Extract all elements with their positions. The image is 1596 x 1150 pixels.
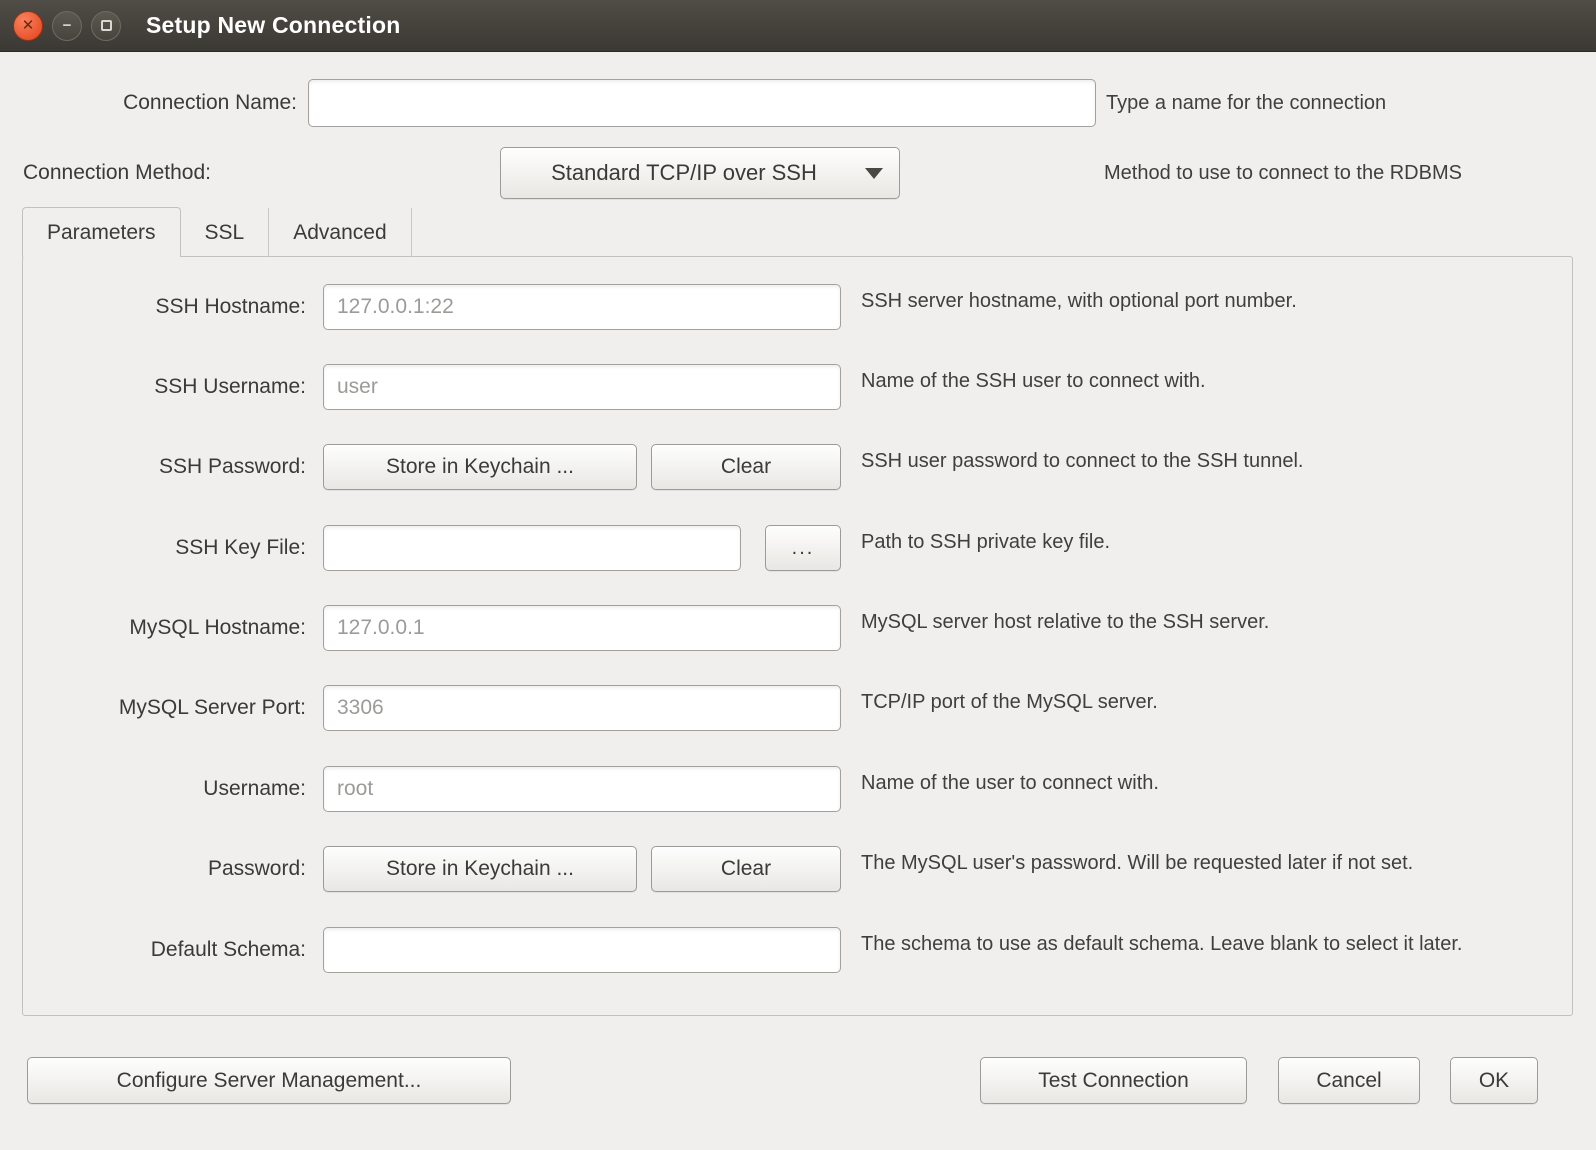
connection-method-dropdown[interactable]: Standard TCP/IP over SSH — [500, 147, 900, 199]
mysql-username-row: Username: Name of the user to connect wi… — [23, 766, 1572, 812]
ssh-store-in-keychain-button[interactable]: Store in Keychain ... — [323, 444, 637, 490]
chevron-down-icon — [865, 168, 883, 179]
window-title: Setup New Connection — [146, 12, 400, 39]
connection-method-selected: Standard TCP/IP over SSH — [517, 160, 851, 186]
mysql-password-row: Password: Store in Keychain ... Clear Th… — [23, 846, 1572, 892]
connection-method-hint: Method to use to connect to the RDBMS — [1104, 147, 1462, 199]
mysql-store-in-keychain-button[interactable]: Store in Keychain ... — [323, 846, 637, 892]
mysql-hostname-row: MySQL Hostname: MySQL server host relati… — [23, 605, 1572, 651]
default-schema-row: Default Schema: The schema to use as def… — [23, 927, 1572, 973]
mysql-password-hint: The MySQL user's password. Will be reque… — [861, 851, 1539, 876]
ssh-username-input[interactable] — [323, 364, 841, 410]
maximize-button[interactable] — [91, 11, 121, 41]
ssh-hostname-label: SSH Hostname: — [23, 284, 306, 330]
mysql-hostname-hint: MySQL server host relative to the SSH se… — [861, 610, 1539, 635]
ssh-key-file-row: SSH Key File: ... Path to SSH private ke… — [23, 525, 1572, 571]
ssh-key-file-input[interactable] — [323, 525, 741, 571]
mysql-port-label: MySQL Server Port: — [23, 685, 306, 731]
minimize-button[interactable]: − — [52, 11, 82, 41]
ok-button[interactable]: OK — [1450, 1057, 1538, 1104]
default-schema-input[interactable] — [323, 927, 841, 973]
tab-parameters[interactable]: Parameters — [22, 207, 181, 257]
default-schema-label: Default Schema: — [23, 927, 306, 973]
ssh-password-label: SSH Password: — [23, 444, 306, 490]
mysql-clear-password-button[interactable]: Clear — [651, 846, 841, 892]
titlebar: ✕ − Setup New Connection — [0, 0, 1596, 52]
ssh-username-row: SSH Username: Name of the SSH user to co… — [23, 364, 1572, 410]
ssh-clear-password-button[interactable]: Clear — [651, 444, 841, 490]
ssh-username-label: SSH Username: — [23, 364, 306, 410]
ssh-username-hint: Name of the SSH user to connect with. — [861, 369, 1539, 394]
mysql-hostname-input[interactable] — [323, 605, 841, 651]
mysql-password-label: Password: — [23, 846, 306, 892]
mysql-port-hint: TCP/IP port of the MySQL server. — [861, 690, 1539, 715]
window-controls: ✕ − — [13, 11, 121, 41]
ssh-key-file-label: SSH Key File: — [23, 525, 306, 571]
connection-name-label: Connection Name: — [0, 79, 297, 127]
ssh-password-row: SSH Password: Store in Keychain ... Clea… — [23, 444, 1572, 490]
mysql-username-hint: Name of the user to connect with. — [861, 771, 1539, 796]
tab-ssl[interactable]: SSL — [181, 208, 270, 257]
test-connection-button[interactable]: Test Connection — [980, 1057, 1247, 1104]
ssh-hostname-row: SSH Hostname: SSH server hostname, with … — [23, 284, 1572, 330]
parameters-panel: SSH Hostname: SSH server hostname, with … — [22, 256, 1573, 1016]
connection-name-input[interactable] — [308, 79, 1096, 127]
cancel-button[interactable]: Cancel — [1278, 1057, 1420, 1104]
setup-new-connection-dialog: ✕ − Setup New Connection Connection Name… — [0, 0, 1596, 1150]
maximize-icon — [101, 20, 112, 31]
ssh-key-file-browse-button[interactable]: ... — [765, 525, 841, 571]
close-button[interactable]: ✕ — [13, 11, 43, 41]
connection-name-hint: Type a name for the connection — [1106, 79, 1386, 127]
configure-server-management-button[interactable]: Configure Server Management... — [27, 1057, 511, 1104]
default-schema-hint: The schema to use as default schema. Lea… — [861, 932, 1539, 957]
tab-advanced[interactable]: Advanced — [269, 208, 411, 257]
ssh-password-hint: SSH user password to connect to the SSH … — [861, 449, 1539, 474]
mysql-port-row: MySQL Server Port: TCP/IP port of the My… — [23, 685, 1572, 731]
mysql-hostname-label: MySQL Hostname: — [23, 605, 306, 651]
connection-method-label: Connection Method: — [23, 147, 211, 199]
tab-bar: Parameters SSL Advanced — [22, 207, 412, 257]
mysql-port-input[interactable] — [323, 685, 841, 731]
ssh-hostname-input[interactable] — [323, 284, 841, 330]
mysql-username-input[interactable] — [323, 766, 841, 812]
ssh-hostname-hint: SSH server hostname, with optional port … — [861, 289, 1539, 314]
mysql-username-label: Username: — [23, 766, 306, 812]
ssh-key-file-hint: Path to SSH private key file. — [861, 530, 1539, 555]
